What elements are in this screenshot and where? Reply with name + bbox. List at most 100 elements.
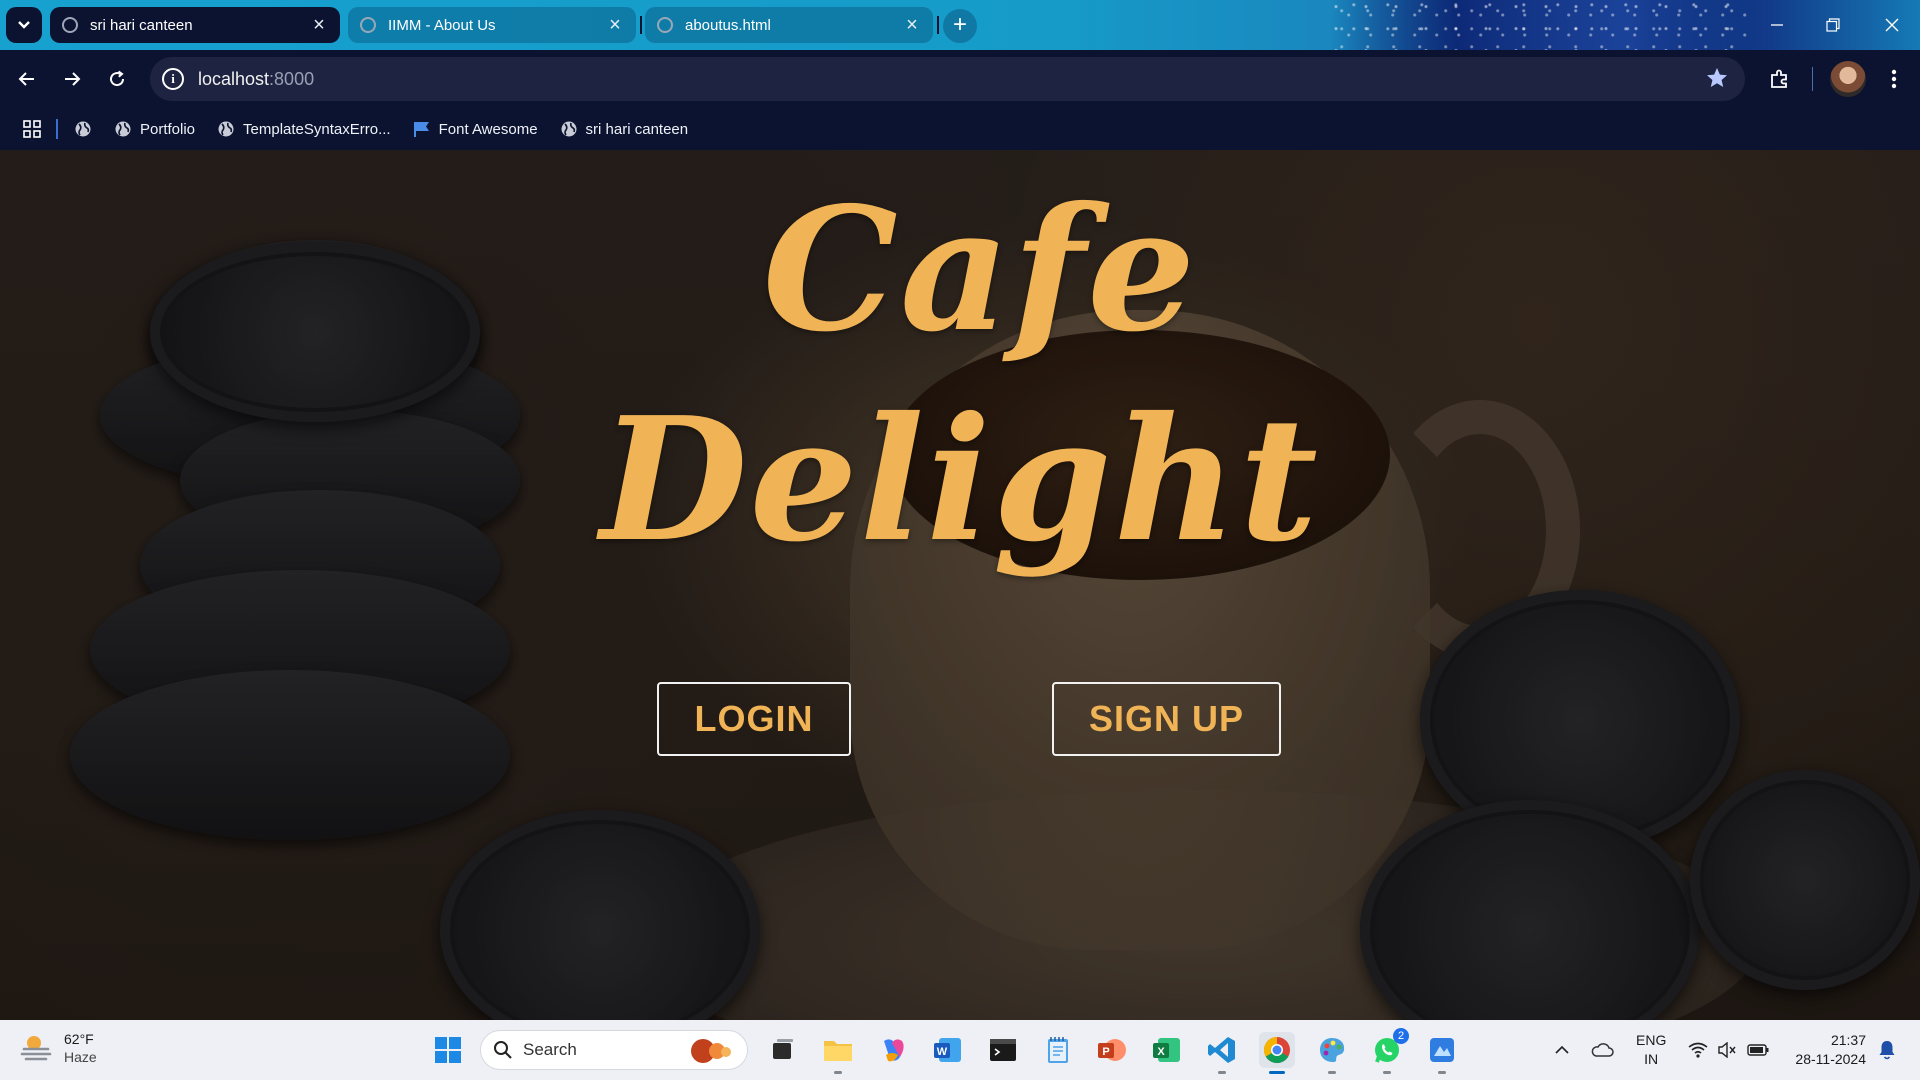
arrow-right-icon (65, 72, 81, 86)
bookmark-portfolio[interactable]: Portfolio (114, 120, 195, 138)
tab-separator (937, 16, 939, 34)
avatar[interactable] (1830, 61, 1866, 97)
haze-weather-icon (20, 1036, 52, 1061)
running-indicator (1438, 1071, 1446, 1074)
extensions-button[interactable] (1764, 63, 1796, 95)
bookmarks-divider (56, 119, 58, 139)
close-icon[interactable]: × (903, 15, 921, 35)
kebab-menu-icon (1891, 69, 1897, 89)
search-highlight-icon (691, 1039, 735, 1063)
apps-button[interactable] (22, 119, 42, 139)
active-indicator (1269, 1071, 1285, 1074)
vscode-button[interactable] (1204, 1032, 1240, 1074)
system-clock[interactable]: 21:37 28-11-2024 (1795, 1031, 1866, 1069)
bookmark-sri-hari-canteen[interactable]: sri hari canteen (560, 120, 688, 138)
globe-icon (62, 17, 78, 33)
globe-icon (75, 121, 91, 137)
bell-icon (1879, 1041, 1895, 1060)
globe-icon (115, 121, 131, 137)
notifications-button[interactable] (1870, 1020, 1904, 1080)
battery-icon (1747, 1044, 1769, 1056)
close-window-button[interactable] (1864, 0, 1920, 50)
reload-icon (110, 70, 125, 87)
svg-text:X: X (1157, 1046, 1165, 1058)
puzzle-icon (1771, 69, 1787, 88)
notepad-icon (1048, 1037, 1068, 1063)
tab-strip: sri hari canteen × IIMM - About Us × abo… (0, 0, 1920, 50)
weather-condition: Haze (64, 1049, 97, 1065)
back-button[interactable] (11, 63, 43, 95)
svg-text:P: P (1102, 1046, 1109, 1058)
file-explorer-button[interactable] (820, 1032, 856, 1074)
forward-button[interactable] (56, 63, 88, 95)
tab-sri-hari-canteen[interactable]: sri hari canteen × (50, 7, 340, 43)
chrome-button[interactable] (1259, 1032, 1295, 1074)
close-icon[interactable]: × (310, 15, 328, 35)
clock-date: 28-11-2024 (1795, 1051, 1866, 1067)
whatsapp-button[interactable]: 2 (1369, 1028, 1409, 1074)
tab-iimm-about-us[interactable]: IIMM - About Us × (348, 7, 636, 43)
bookmark-font-awesome[interactable]: Font Awesome (413, 120, 538, 138)
globe-icon (657, 17, 673, 33)
address-bar[interactable]: i localhost:8000 (150, 57, 1745, 101)
sign-up-button[interactable]: SIGN UP (1052, 682, 1281, 756)
close-icon (1885, 18, 1899, 32)
language-code: ENG (1636, 1032, 1667, 1048)
browser-toolbar: i localhost:8000 (0, 50, 1920, 108)
region-code: IN (1644, 1051, 1659, 1067)
search-label: Search (523, 1040, 577, 1059)
restore-icon (1826, 18, 1840, 32)
login-button[interactable]: LOGIN (657, 682, 851, 756)
minimize-button[interactable] (1749, 0, 1805, 50)
flag-icon (413, 122, 429, 137)
tab-search-button[interactable] (6, 7, 42, 43)
globe-icon (561, 121, 577, 137)
app-icon (1430, 1038, 1454, 1062)
running-indicator (1328, 1071, 1336, 1074)
bookmark-star-icon[interactable] (1705, 66, 1729, 90)
hero-title-line-2: Delight (600, 380, 1320, 580)
copilot-button[interactable] (875, 1032, 911, 1068)
bookmark-templatesyntaxerror[interactable]: TemplateSyntaxErro... (217, 120, 391, 138)
chrome-icon (1263, 1036, 1290, 1064)
start-button[interactable] (430, 1032, 466, 1068)
theme-decoration (1330, 0, 1750, 50)
chevron-down-icon (18, 21, 30, 29)
address-port: :8000 (269, 68, 315, 89)
excel-button[interactable]: X (1149, 1032, 1185, 1068)
terminal-button[interactable] (985, 1032, 1021, 1068)
new-tab-button[interactable]: + (943, 9, 977, 43)
hero-title-line-1: Cafe (762, 170, 1198, 370)
taskbar-search[interactable]: Search (480, 1030, 748, 1070)
wifi-icon (1688, 1042, 1708, 1058)
weather-widget[interactable]: 62°F Haze (20, 1030, 97, 1066)
windows-taskbar: 62°F Haze Search W P X 2 ENG IN 21:37 28… (0, 1020, 1920, 1080)
tab-aboutus-html[interactable]: aboutus.html × (645, 7, 933, 43)
wifi-status[interactable] (1684, 1020, 1712, 1080)
restore-button[interactable] (1805, 0, 1861, 50)
powerpoint-button[interactable]: P (1094, 1032, 1130, 1068)
word-button[interactable]: W (930, 1032, 966, 1068)
reload-button[interactable] (101, 63, 133, 95)
minimize-icon (1771, 24, 1783, 26)
onedrive-button[interactable] (1586, 1020, 1618, 1080)
volume-status[interactable] (1714, 1020, 1740, 1080)
close-icon[interactable]: × (606, 15, 624, 35)
running-indicator (1383, 1071, 1391, 1074)
browser-menu-button[interactable] (1878, 63, 1910, 95)
site-info-icon[interactable]: i (162, 68, 184, 90)
paint-button[interactable] (1314, 1032, 1350, 1074)
bookmark-globe[interactable] (74, 120, 100, 138)
cafe-landing-page: Cafe Delight LOGIN SIGN UP (0, 150, 1920, 1020)
notification-badge: 2 (1393, 1028, 1409, 1044)
chevron-up-icon (1555, 1045, 1569, 1054)
bookmark-label: Font Awesome (438, 120, 538, 138)
tab-separator (640, 16, 642, 34)
apps-grid-icon (23, 120, 41, 138)
notepad-button[interactable] (1040, 1032, 1076, 1068)
show-hidden-icons-button[interactable] (1548, 1020, 1576, 1080)
language-indicator[interactable]: ENG IN (1636, 1031, 1666, 1069)
pinned-app-button[interactable] (1424, 1032, 1460, 1074)
battery-status[interactable] (1744, 1020, 1772, 1080)
task-view-button[interactable] (764, 1032, 800, 1068)
